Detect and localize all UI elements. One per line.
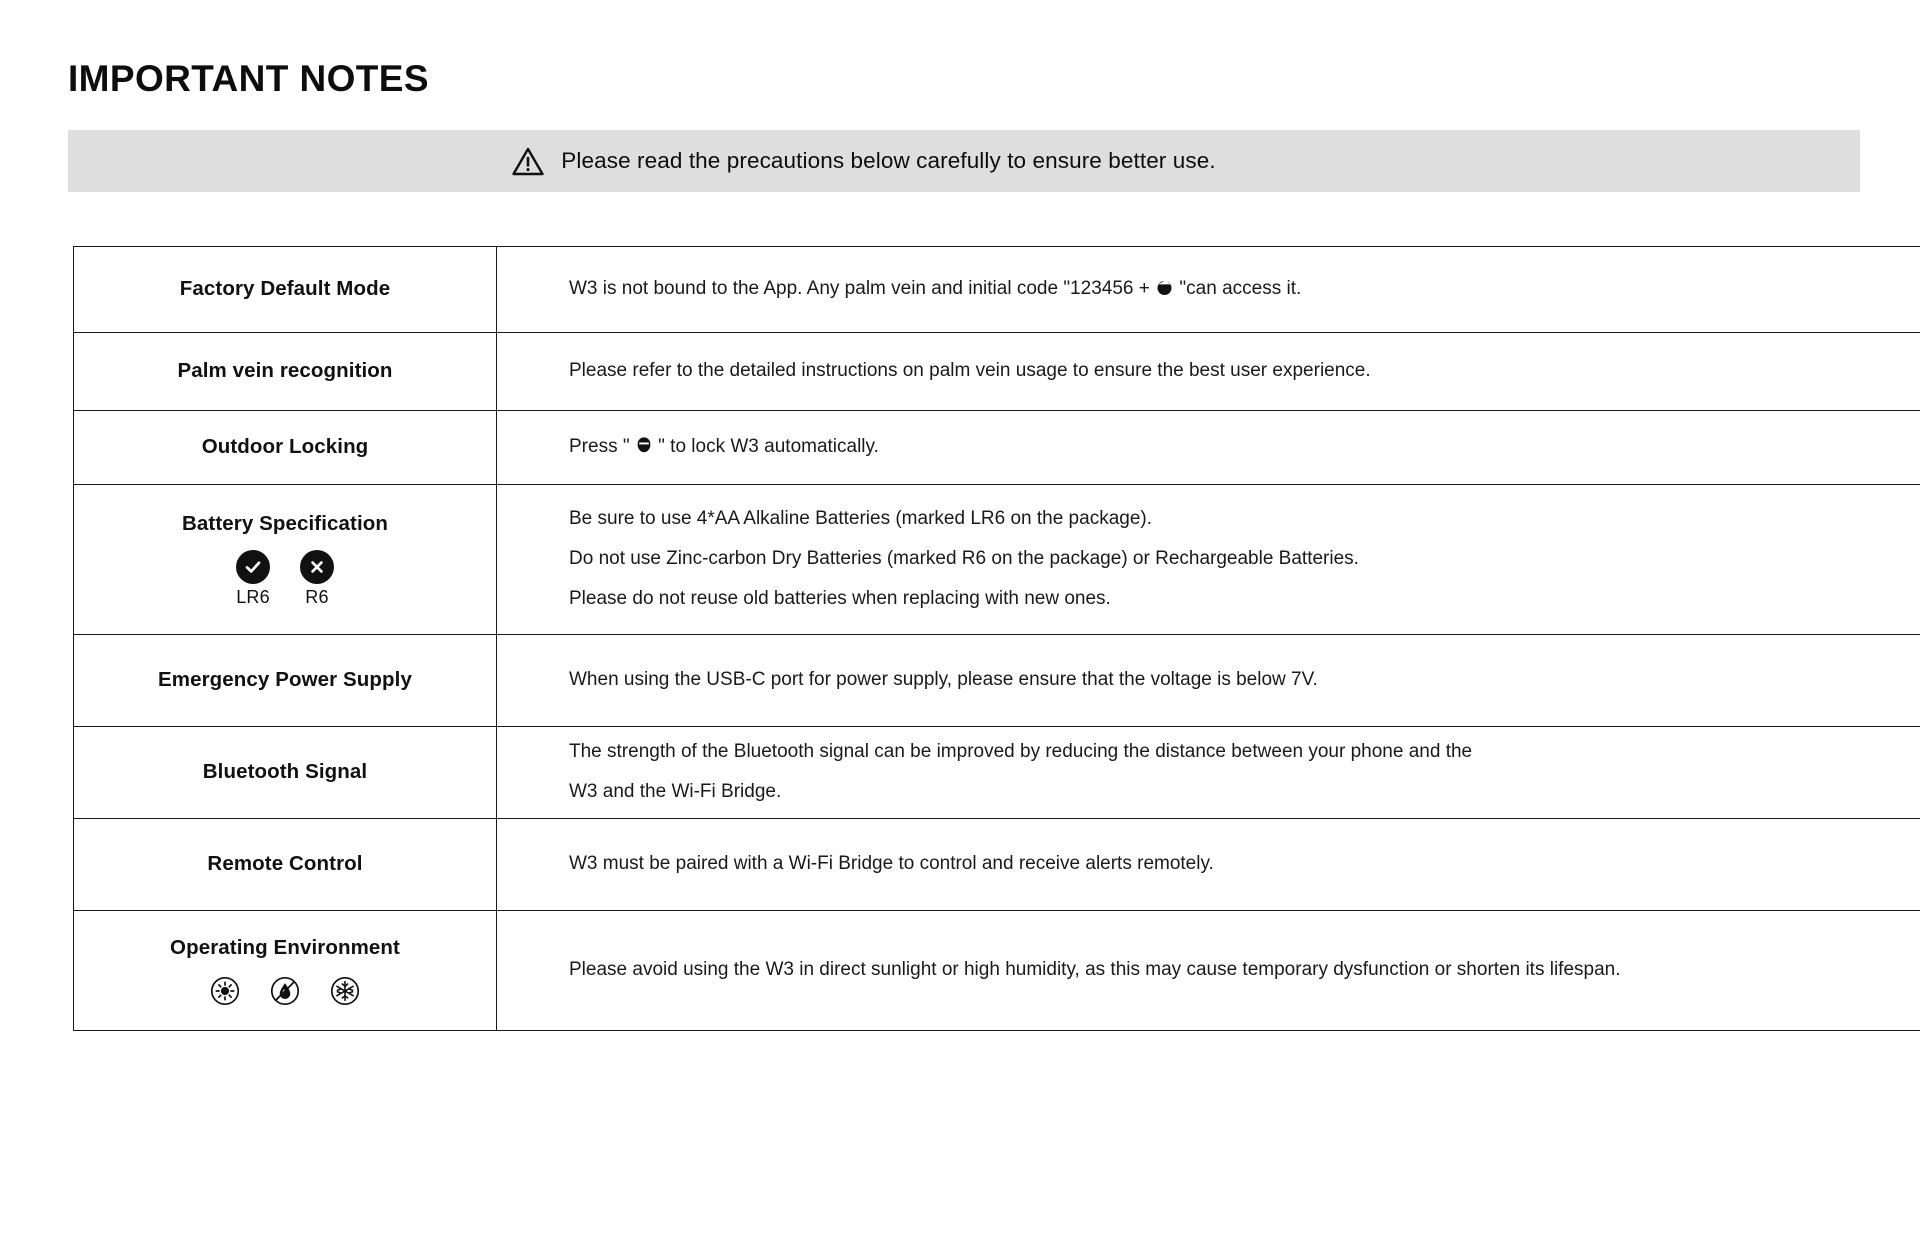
row-description-cell: Please refer to the detailed instruction… [496,332,1920,411]
description-line: Please refer to the detailed instruction… [569,360,1371,382]
row-description-cell: The strength of the Bluetooth signal can… [496,726,1920,819]
battery-mark-caption: LR6 [236,587,270,608]
battery-marks: LR6 R6 [82,550,488,608]
description-line: W3 and the Wi-Fi Bridge. [569,781,782,802]
row-label-cell: Bluetooth Signal [73,726,497,819]
description-text-before: W3 is not bound to the App. Any palm vei… [569,278,1150,300]
document-page: IMPORTANT NOTES Please read the precauti… [0,0,1920,1248]
row-label-cell: Palm vein recognition [73,332,497,411]
row-label-cell: Remote Control [73,818,497,911]
no-direct-sunlight-icon [210,976,240,1006]
cross-icon [300,550,334,585]
row-description-cell: W3 is not bound to the App. Any palm vei… [496,246,1920,333]
row-description-cell: Be sure to use 4*AA Alkaline Batteries (… [496,484,1920,635]
environment-icons [82,976,488,1006]
row-label: Remote Control [207,852,363,876]
lock-button-icon [636,436,652,454]
warning-triangle-icon [512,147,544,176]
table-row: Palm vein recognition Please refer to th… [73,332,1920,411]
battery-mark-allowed: LR6 [236,550,270,608]
row-description-cell: W3 must be paired with a Wi-Fi Bridge to… [496,818,1920,911]
notice-text: Please read the precautions below carefu… [561,148,1216,173]
description-line: Please avoid using the W3 in direct sunl… [569,959,1621,981]
description-text-after: "can access it. [1179,278,1302,300]
row-label: Emergency Power Supply [158,668,412,692]
table-row: Bluetooth Signal The strength of the Blu… [73,726,1920,819]
row-label-cell: Outdoor Locking [73,410,497,485]
table-row: Battery Specification LR6 R6 Be sure to … [73,484,1920,635]
row-label: Palm vein recognition [177,359,393,383]
table-row: Remote Control W3 must be paired with a … [73,818,1920,911]
row-label: Outdoor Locking [201,435,369,459]
row-label-cell: Battery Specification LR6 R6 [73,484,497,635]
description-line: Press " " to lock W3 automatically. [569,432,1920,463]
row-label: Operating Environment [170,936,400,960]
check-icon [236,550,270,585]
table-row: Factory Default Mode W3 is not bound to … [73,246,1920,333]
description-text-after: " to lock W3 automatically. [658,436,879,458]
row-label: Bluetooth Signal [202,760,368,784]
row-description-cell: When using the USB-C port for power supp… [496,634,1920,727]
description-line: Be sure to use 4*AA Alkaline Batteries (… [569,508,1152,530]
important-notes-table: Factory Default Mode W3 is not bound to … [73,246,1920,1031]
row-description-cell: Press " " to lock W3 automatically. [496,410,1920,485]
page-title: IMPORTANT NOTES [68,58,429,99]
row-label-cell: Factory Default Mode [73,246,497,333]
row-label: Battery Specification [181,511,389,535]
lock-key-icon [1156,279,1173,296]
description-line: W3 is not bound to the App. Any palm vei… [569,274,1920,305]
battery-mark-caption: R6 [305,587,329,608]
description-text-before: Press " [569,436,630,458]
precaution-notice-banner: Please read the precautions below carefu… [68,130,1860,192]
table-row: Operating Environment Please avoid using… [73,910,1920,1031]
description-line: W3 must be paired with a Wi-Fi Bridge to… [569,853,1214,875]
row-label-cell: Emergency Power Supply [73,634,497,727]
table-row: Emergency Power Supply When using the US… [73,634,1920,727]
table-row: Outdoor Locking Press " " to lock W3 aut… [73,410,1920,485]
notice-inner: Please read the precautions below carefu… [512,147,1216,176]
no-water-drop-icon [270,976,300,1006]
row-label-cell: Operating Environment [73,910,497,1031]
description-line: The strength of the Bluetooth signal can… [569,741,1473,763]
battery-mark-forbidden: R6 [300,550,334,608]
row-label: Factory Default Mode [179,277,391,301]
description-line: Please do not reuse old batteries when r… [569,587,1111,609]
description-line: Do not use Zinc-carbon Dry Batteries (ma… [569,548,1359,570]
description-line: When using the USB-C port for power supp… [569,669,1318,691]
no-freezing-snowflake-icon [330,976,360,1006]
row-description-cell: Please avoid using the W3 in direct sunl… [496,910,1920,1031]
